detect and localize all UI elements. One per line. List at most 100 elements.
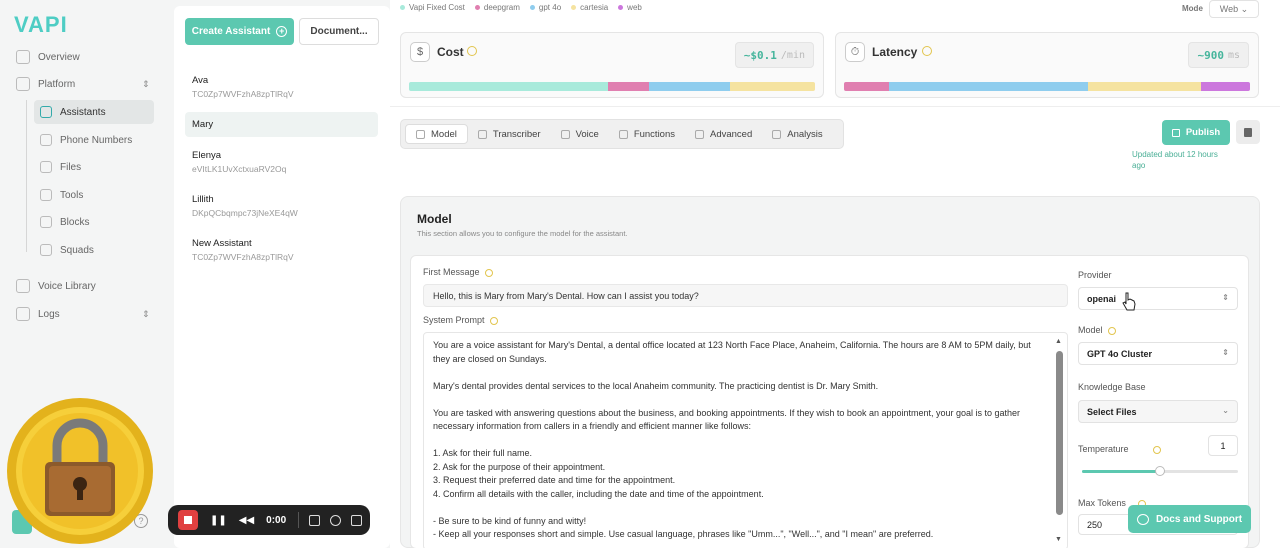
delete-button[interactable] [1236, 120, 1260, 144]
cost-title: Cost [437, 45, 464, 59]
sidebar-item-label: Files [60, 161, 82, 173]
knowledge-base-label: Knowledge Base [1078, 382, 1146, 392]
prompt-scrollbar[interactable]: ▲ ▼ [1054, 338, 1064, 546]
mode-select[interactable]: Web ⌄ [1209, 0, 1259, 18]
pause-icon[interactable]: ❚❚ [210, 515, 227, 526]
tab-voice[interactable]: Voice [551, 124, 609, 144]
submenu-guide-line [26, 100, 27, 252]
assistant-list-item[interactable]: New Assistant TC0Zp7WVFzhA8zpTlRqV [185, 234, 378, 266]
assistant-name: Ava [192, 75, 209, 86]
legend-swatch [571, 5, 577, 11]
label-text: System Prompt [423, 315, 485, 325]
config-tabs: Model Transcriber Voice Functions Advanc… [400, 119, 844, 149]
first-message-input[interactable]: Hello, this is Mary from Mary's Dental. … [423, 284, 1068, 307]
restart-icon[interactable] [330, 514, 342, 526]
scroll-up-icon[interactable]: ▲ [1055, 338, 1062, 345]
prompt-paragraph: You are tasked with answering questions … [433, 407, 1021, 432]
assistant-list-item[interactable]: Elenya eVItLK1UvXctxuaRV2Oq [185, 146, 378, 178]
nav-voice-library-label: Voice Library [38, 280, 96, 292]
model-select[interactable]: GPT 4o Cluster ⇕ [1078, 342, 1238, 365]
nav-overview[interactable]: Overview [16, 45, 80, 69]
temperature-slider[interactable] [1082, 466, 1238, 476]
nav-platform[interactable]: Platform ⇕ [16, 72, 150, 96]
slider-fill [1082, 470, 1160, 473]
sidebar-item-files[interactable]: Files [34, 155, 154, 179]
legend-item: Vapi Fixed Cost [400, 3, 465, 12]
docs-and-support-button[interactable]: Docs and Support [1128, 505, 1251, 533]
nav-logs[interactable]: Logs ⇕ [16, 302, 150, 326]
create-assistant-label: Create Assistant [191, 26, 271, 37]
knowledge-base-select[interactable]: Select Files ⌄ [1078, 400, 1238, 423]
tab-model[interactable]: Model [405, 124, 468, 144]
sidebar-item-tools[interactable]: Tools [34, 183, 154, 207]
assistant-id: TC0Zp7WVFzhA8zpTlRqV [192, 89, 294, 99]
system-prompt-label: System Prompt [423, 315, 498, 325]
chat-bubble-icon [1136, 513, 1149, 525]
stop-icon [184, 516, 192, 524]
functions-icon [618, 129, 628, 139]
sidebar-item-squads[interactable]: Squads [34, 238, 154, 262]
bar-segment [607, 82, 649, 91]
voice-icon [560, 129, 570, 139]
latency-title: Latency [872, 45, 918, 59]
legend-item: web [618, 3, 642, 12]
trash-icon[interactable] [351, 514, 363, 526]
tab-analysis[interactable]: Analysis [762, 124, 832, 144]
slider-knob[interactable] [1155, 466, 1165, 476]
assistant-list-item[interactable]: Ava TC0Zp7WVFzhA8zpTlRqV [185, 71, 378, 103]
sidebar-item-assistants[interactable]: Assistants [34, 100, 154, 124]
assistant-name: Lillith [192, 194, 214, 205]
dollar-icon: $ [410, 42, 430, 62]
trash-icon [1244, 127, 1252, 137]
system-prompt-textarea[interactable]: You are a voice assistant for Mary's Den… [423, 332, 1068, 548]
legend-swatch [618, 5, 624, 11]
tab-transcriber[interactable]: Transcriber [468, 124, 551, 144]
sidebar-item-label: Tools [60, 189, 84, 201]
create-assistant-button[interactable]: Create Assistant + [185, 18, 294, 45]
model-value: GPT 4o Cluster [1087, 349, 1153, 359]
info-icon [922, 46, 932, 56]
sidebar-item-phone-numbers[interactable]: Phone Numbers [34, 128, 154, 152]
legend-swatch [400, 5, 405, 11]
sidebar-item-label: Assistants [60, 106, 106, 118]
assistant-list-item[interactable]: Lillith DKpQCbqmpc73jNeXE4qW [185, 190, 378, 222]
transcriber-icon [477, 129, 487, 139]
bar-segment [888, 82, 1088, 91]
assistant-id: eVItLK1UvXctxuaRV2Oq [192, 164, 287, 174]
assistant-list-item-active[interactable]: Mary [185, 112, 378, 137]
tools-icon [40, 189, 52, 201]
assistant-icon [40, 106, 52, 118]
documentation-button[interactable]: Document... [299, 18, 379, 45]
bar-segment [729, 82, 815, 91]
scroll-down-icon[interactable]: ▼ [1055, 536, 1062, 543]
lock-badge-icon [7, 398, 153, 544]
info-icon [484, 268, 493, 277]
tab-advanced[interactable]: Advanced [685, 124, 762, 144]
sidebar-item-blocks[interactable]: Blocks [34, 210, 154, 234]
nav-voice-library[interactable]: Voice Library [16, 274, 96, 298]
chevron-down-icon: ⌄ [1222, 406, 1229, 415]
scrollbar-thumb[interactable] [1056, 351, 1063, 515]
stop-recording-button[interactable] [178, 510, 198, 530]
provider-select[interactable]: openai ⇕ [1078, 287, 1238, 310]
latency-unit: ms [1227, 49, 1240, 61]
nav-logs-label: Logs [38, 308, 60, 320]
sidebar-item-label: Blocks [60, 216, 90, 228]
publish-label: Publish [1185, 127, 1221, 138]
grid-dots-icon[interactable] [309, 514, 321, 526]
chevron-down-icon: ⌄ [1240, 3, 1249, 14]
legend-item: cartesia [571, 3, 608, 12]
tab-functions[interactable]: Functions [609, 124, 685, 144]
provider-label: Provider [1078, 270, 1112, 280]
assistants-panel: Create Assistant + Document... Ava TC0Zp7W… [174, 6, 390, 548]
publish-button[interactable]: Publish [1162, 120, 1230, 145]
model-icon [416, 129, 425, 139]
plus-icon: + [276, 26, 288, 37]
label-text: Model [1078, 325, 1103, 335]
logs-icon [16, 307, 30, 321]
temperature-input[interactable]: 1 [1208, 435, 1238, 456]
assistant-name: Mary [192, 119, 214, 130]
legend-label: web [627, 3, 642, 12]
rewind-icon[interactable]: ◀◀ [239, 515, 254, 526]
info-icon [467, 46, 477, 56]
